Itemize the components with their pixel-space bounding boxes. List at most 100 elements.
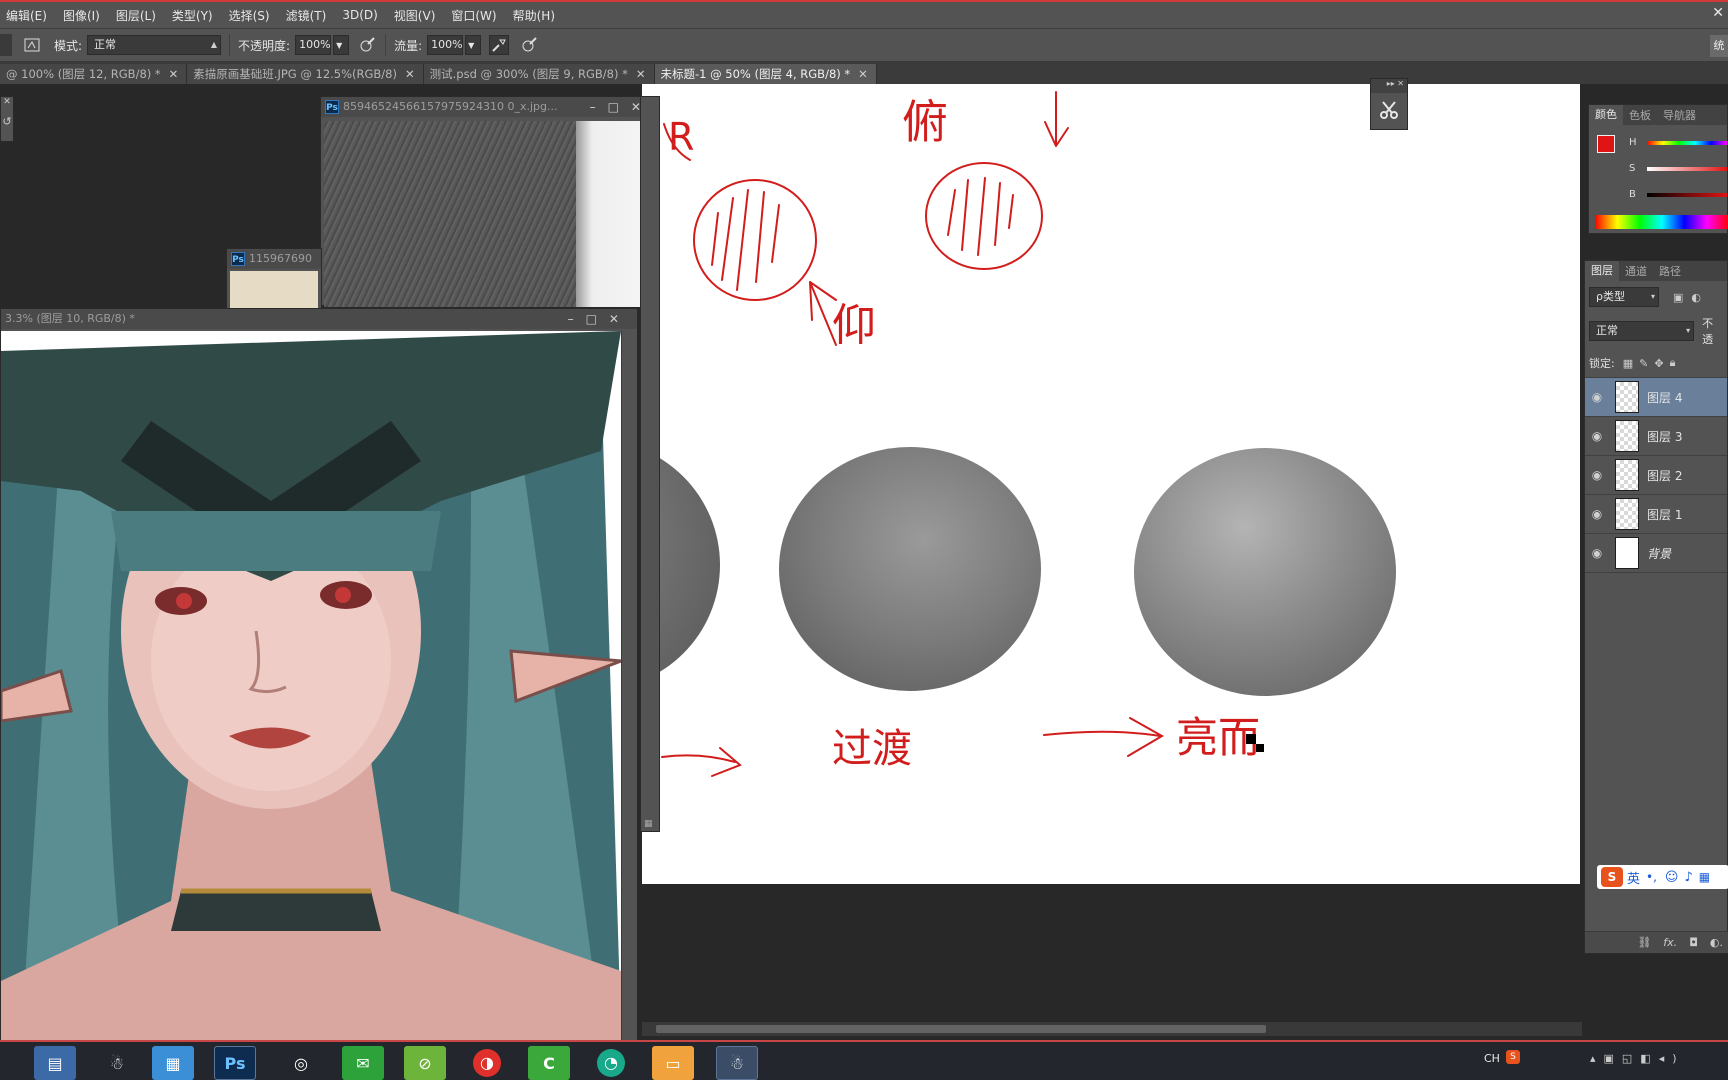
lock-all-icon[interactable]: 🔒︎	[1670, 356, 1676, 370]
ime-toolbar[interactable]: S 英 •, ☺ ♪ ▦	[1597, 865, 1728, 889]
airbrush-icon[interactable]	[489, 35, 510, 55]
adjustment-icon[interactable]: ◐.	[1710, 936, 1723, 949]
window-controls: –□✕	[567, 312, 631, 326]
color-spectrum-bar[interactable]	[1595, 215, 1728, 229]
menu-bar: 编辑(E) 图像(I) 图层(L) 类型(Y) 选择(S) 滤镜(T) 3D(D…	[0, 0, 1728, 28]
paper-window[interactable]: Ps 115967690	[226, 248, 322, 310]
canvas-horizontal-scrollbar[interactable]	[642, 1022, 1582, 1036]
menu-edit[interactable]: 编辑(E)	[6, 7, 47, 24]
hue-slider[interactable]	[1647, 141, 1727, 145]
tray-sogou-icon[interactable]: S	[1506, 1050, 1520, 1064]
visibility-eye-icon[interactable]: ◉	[1585, 390, 1609, 404]
lock-transparent-icon[interactable]: ▦	[1623, 357, 1633, 370]
layer-row-background[interactable]: ◉ 背景	[1585, 534, 1727, 573]
layer-thumbnail	[1615, 420, 1639, 452]
tray-icons[interactable]: ▴▣◱◧◂)	[1590, 1052, 1685, 1065]
close-icon: ✕	[858, 67, 868, 81]
mask-icon[interactable]: ◘	[1689, 936, 1698, 949]
opacity-input[interactable]: 100%	[295, 35, 332, 55]
file-explorer-icon[interactable]: ▤	[34, 1046, 76, 1080]
layer-thumbnail	[1615, 381, 1639, 413]
doc-tab-1[interactable]: @ 100% (图层 12, RGB/8) * ✕	[0, 64, 188, 84]
layer-row-1[interactable]: ◉ 图层 1	[1585, 495, 1727, 534]
menu-window[interactable]: 窗口(W)	[451, 7, 496, 24]
menu-3d[interactable]: 3D(D)	[342, 8, 377, 22]
tab-swatches[interactable]: 色板	[1623, 107, 1657, 123]
close-icon[interactable]: ✕	[1712, 5, 1724, 21]
layer-thumbnail	[1615, 498, 1639, 530]
layer-filter-select[interactable]: ρ类型 ▾	[1589, 287, 1659, 307]
visibility-eye-icon[interactable]: ◉	[1585, 546, 1609, 560]
visibility-eye-icon[interactable]: ◉	[1585, 468, 1609, 482]
layer-row-3[interactable]: ◉ 图层 3	[1585, 417, 1727, 456]
close-icon: ✕	[635, 67, 646, 81]
folder-icon[interactable]: ▭	[652, 1046, 694, 1080]
foreground-color-swatch[interactable]	[1597, 135, 1615, 153]
qq-penguin-icon[interactable]: ☃	[716, 1046, 758, 1080]
main-canvas[interactable]: R 俯 仰 过渡 亮而	[642, 84, 1580, 884]
mode-select[interactable]: 正常 ▲	[87, 35, 222, 55]
link-icon[interactable]: ⛓	[1637, 936, 1651, 949]
image-filter-icon[interactable]: ▣	[1673, 291, 1683, 304]
menu-help[interactable]: 帮助(H)	[513, 7, 555, 24]
flow-dropdown[interactable]: ▼	[465, 35, 482, 55]
opacity-dropdown[interactable]: ▼	[333, 35, 350, 55]
visibility-eye-icon[interactable]: ◉	[1585, 507, 1609, 521]
lock-brush-icon[interactable]: ✎	[1639, 357, 1648, 370]
menu-image[interactable]: 图像(I)	[63, 7, 100, 24]
scissors-icon[interactable]	[1371, 99, 1407, 121]
camtasia-icon[interactable]: C	[528, 1046, 570, 1080]
visibility-eye-icon[interactable]: ◉	[1585, 429, 1609, 443]
iqiyi-icon[interactable]: ◔	[590, 1046, 632, 1080]
doc-tab-3[interactable]: 测试.psd @ 300% (图层 9, RGB/8) * ✕	[423, 64, 655, 84]
tray-language[interactable]: CH	[1484, 1052, 1500, 1065]
wechat-icon[interactable]: ✉	[342, 1046, 384, 1080]
portrait-window[interactable]: 3.3% (图层 10, RGB/8) * –□✕	[0, 308, 638, 1041]
texture-window[interactable]: Ps 85946524566157975924310 0_x.jpg... –□✕	[320, 96, 660, 307]
tab-paths[interactable]: 路径	[1653, 263, 1687, 279]
qq-icon[interactable]: ☃	[96, 1046, 138, 1080]
tab-color[interactable]: 颜色	[1589, 105, 1623, 125]
tab-layers[interactable]: 图层	[1585, 261, 1619, 281]
brush-mini-panel[interactable]: ▸▸ ✕	[1370, 78, 1408, 130]
brush-panel-toggle-icon[interactable]	[22, 35, 42, 55]
scroll-thumb[interactable]	[656, 1025, 1266, 1033]
portrait-vertical-scrollbar[interactable]	[621, 331, 637, 1041]
notepad-icon[interactable]: ▦	[152, 1046, 194, 1080]
doc-tab-4-active[interactable]: 未标题-1 @ 50% (图层 4, RGB/8) * ✕	[654, 64, 877, 84]
opacity-label: 不透明度:	[238, 38, 291, 53]
note-looking-up: 仰	[832, 300, 876, 351]
layer-row-4[interactable]: ◉ 图层 4	[1585, 378, 1727, 417]
fx-icon[interactable]: fx.	[1663, 936, 1677, 949]
layer-row-2[interactable]: ◉ 图层 2	[1585, 456, 1727, 495]
menu-type[interactable]: 类型(Y)	[172, 7, 213, 24]
adjust-filter-icon[interactable]: ◐	[1691, 291, 1701, 304]
tab-navigator[interactable]: 导航器	[1657, 107, 1702, 123]
menu-filter[interactable]: 滤镜(T)	[286, 7, 327, 24]
doc-tab-2[interactable]: 素描原画基础班.JPG @ 12.5%(RGB/8) ✕	[187, 64, 424, 84]
blend-mode-select[interactable]: 正常 ▾	[1589, 321, 1695, 341]
browser-icon[interactable]: ◎	[280, 1046, 322, 1080]
360-icon[interactable]: ⊘	[404, 1046, 446, 1080]
tool-preset-dropdown[interactable]	[0, 34, 12, 56]
collapsed-tool-panel[interactable]: ✕ ↺	[0, 96, 14, 142]
lock-move-icon[interactable]: ✥	[1654, 357, 1663, 370]
tab-channels[interactable]: 通道	[1619, 263, 1653, 279]
menu-select[interactable]: 选择(S)	[229, 7, 270, 24]
menu-layer[interactable]: 图层(L)	[116, 7, 156, 24]
pressure-size-icon[interactable]	[519, 35, 539, 55]
workspace-switcher[interactable]: 统	[1710, 35, 1728, 57]
portrait-window-titlebar[interactable]: 3.3% (图层 10, RGB/8) * –□✕	[1, 309, 637, 329]
texture-window-titlebar[interactable]: Ps 85946524566157975924310 0_x.jpg... –□✕	[321, 97, 659, 117]
saturation-slider[interactable]	[1647, 167, 1727, 171]
pressure-opacity-icon[interactable]	[357, 35, 377, 55]
layers-panel: 图层 通道 路径 ρ类型 ▾ ▣ ◐ 正常 ▾ 不透 锁定: ▦ ✎ ✥ 🔒︎ ◉ …	[1584, 260, 1728, 954]
netease-music-icon[interactable]: ◑	[466, 1046, 508, 1080]
close-icon: ✕	[168, 67, 179, 81]
flow-input[interactable]: 100%	[427, 35, 464, 55]
photoshop-icon[interactable]: Ps	[214, 1046, 256, 1080]
brightness-slider[interactable]	[1647, 193, 1727, 197]
texture-window-scrollbar[interactable]: ▦	[640, 96, 660, 832]
sphere-middle	[779, 447, 1041, 691]
menu-view[interactable]: 视图(V)	[394, 7, 436, 24]
